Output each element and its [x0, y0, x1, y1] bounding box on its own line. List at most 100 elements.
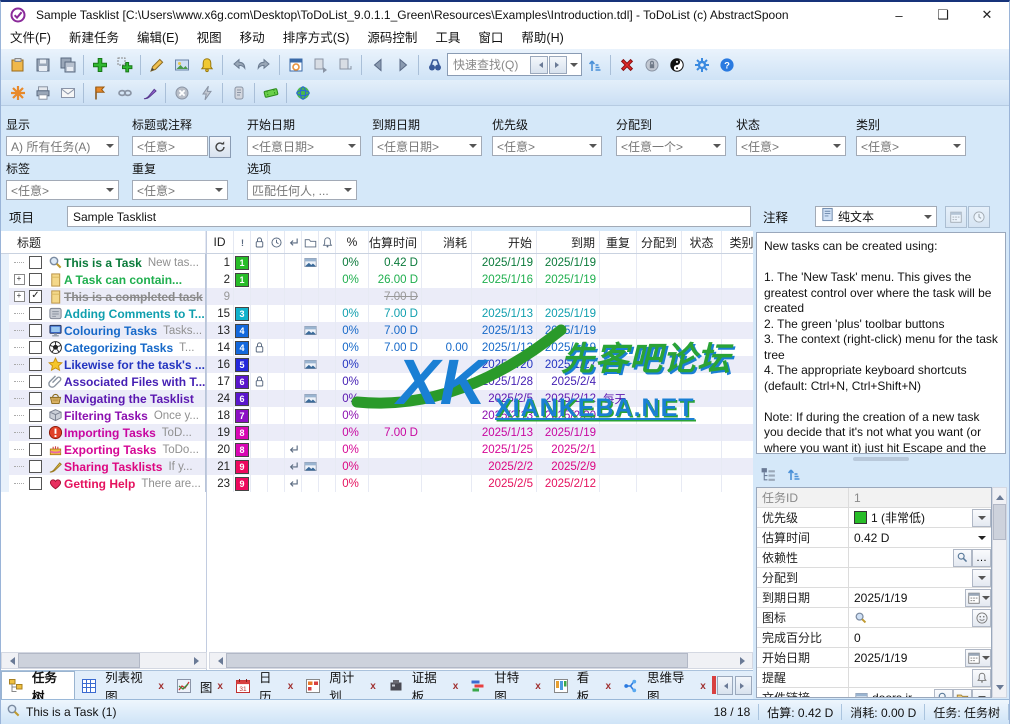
- attribute-layout-icon[interactable]: [756, 462, 781, 486]
- lookup-button[interactable]: [934, 689, 953, 699]
- yin-yang-button[interactable]: [664, 53, 689, 77]
- search-dropdown-icon[interactable]: [570, 63, 578, 71]
- flag-button[interactable]: [87, 81, 112, 105]
- tab-close-icon[interactable]: x: [370, 681, 376, 692]
- tree-expand-zone[interactable]: [9, 449, 29, 450]
- tree-expand-zone[interactable]: [9, 483, 29, 484]
- col-header-到期[interactable]: 到期: [537, 231, 600, 253]
- task-title-cell[interactable]: Exporting TasksToDo...: [1, 441, 206, 458]
- task-title-cell[interactable]: +A Task can contain...: [1, 271, 206, 288]
- task-checkbox[interactable]: [29, 273, 42, 286]
- expand-plus-box[interactable]: +: [14, 291, 25, 302]
- task-row[interactable]: Filtering TasksOnce y...1870%2025/2/1320…: [1, 407, 753, 424]
- tab-close-icon[interactable]: x: [158, 681, 164, 692]
- tree-expand-zone[interactable]: [9, 364, 29, 365]
- quick-find-box[interactable]: 快速查找(Q): [447, 53, 582, 76]
- task-checkbox[interactable]: ✓: [29, 290, 42, 303]
- task-checkbox[interactable]: [29, 375, 42, 388]
- minimize-button[interactable]: –: [877, 2, 921, 28]
- attribute-value[interactable]: 1 (非常低): [849, 508, 972, 527]
- task-row[interactable]: +✓This is a completed task97.00 D: [1, 288, 753, 305]
- attribute-value[interactable]: [849, 668, 972, 687]
- task-title-cell[interactable]: Importing TasksToD...: [1, 424, 206, 441]
- scroll-button[interactable]: [226, 81, 251, 105]
- template-spoke-button[interactable]: [5, 81, 30, 105]
- ticket-button[interactable]: [258, 81, 283, 105]
- new-subtask-button[interactable]: [112, 53, 137, 77]
- task-row[interactable]: Associated Files with T...1760%2025/1/28…: [1, 373, 753, 390]
- expand-plus-box[interactable]: +: [14, 274, 25, 285]
- comments-attributes-splitter[interactable]: [853, 457, 909, 461]
- task-checkbox[interactable]: [29, 324, 42, 337]
- task-title-cell[interactable]: Sharing TasklistsIf y...: [1, 458, 206, 475]
- tab-思维导图[interactable]: 思维导图x: [617, 673, 712, 699]
- attribute-value[interactable]: [849, 608, 972, 627]
- project-input[interactable]: Sample Tasklist: [67, 206, 751, 227]
- spellcheck-lock-button[interactable]: [639, 53, 664, 77]
- find-button[interactable]: [422, 53, 447, 77]
- task-row[interactable]: Categorizing TasksT...1440%7.00 D0.00202…: [1, 339, 753, 356]
- filter-combo[interactable]: <任意一个>: [616, 136, 726, 156]
- email-button[interactable]: [55, 81, 80, 105]
- attributes-vscrollbar[interactable]: [992, 487, 1007, 698]
- task-title-cell[interactable]: Likewise for the task's ...: [1, 356, 206, 373]
- lookup-button[interactable]: [953, 549, 972, 567]
- dropdown-button[interactable]: [972, 689, 991, 699]
- filter-combo[interactable]: 匹配任何人, ...: [247, 180, 357, 200]
- attribute-value[interactable]: 0.42 D: [849, 528, 972, 547]
- recur-column-icon[interactable]: [285, 231, 302, 253]
- tab-看板[interactable]: 看板x: [547, 673, 617, 699]
- col-header-重复[interactable]: 重复: [600, 231, 637, 253]
- task-table-header[interactable]: 标题ID!%估算时间消耗开始到期重复分配到状态类别: [1, 231, 753, 254]
- maximize-button[interactable]: ❑: [921, 2, 965, 28]
- menu-item[interactable]: 移动: [231, 28, 274, 49]
- delete-task-button[interactable]: [614, 53, 639, 77]
- filelink-column-icon[interactable]: [302, 231, 319, 253]
- filter-combo[interactable]: <任意>: [492, 136, 602, 156]
- maximize-view-button[interactable]: [283, 53, 308, 77]
- tree-expand-zone[interactable]: [9, 432, 29, 433]
- tree-expand-zone[interactable]: [9, 381, 29, 382]
- search-prev-button[interactable]: [530, 56, 548, 74]
- tree-expand-zone[interactable]: [9, 347, 29, 348]
- sort-button[interactable]: [582, 53, 607, 77]
- attribute-value[interactable]: [849, 548, 953, 567]
- attribute-value[interactable]: 2025/1/19: [849, 588, 965, 607]
- cancel-button[interactable]: [169, 81, 194, 105]
- task-row[interactable]: Exporting TasksToDo...2080%2025/1/252025…: [1, 441, 753, 458]
- calendar-dropdown-button[interactable]: [965, 589, 991, 607]
- task-title-cell[interactable]: Navigating the Tasklist: [1, 390, 206, 407]
- tab-图[interactable]: 图x: [170, 673, 229, 699]
- task-row[interactable]: Importing TasksToD...1980%7.00 D2025/1/1…: [1, 424, 753, 441]
- bolt-button[interactable]: [194, 81, 219, 105]
- attribute-sort-icon[interactable]: [781, 462, 806, 486]
- calendar-dropdown-button[interactable]: [965, 649, 991, 667]
- dropdown-button[interactable]: [972, 509, 991, 527]
- new-task-button[interactable]: [87, 53, 112, 77]
- set-icon-button[interactable]: [169, 53, 194, 77]
- task-title-cell[interactable]: Getting HelpThere are...: [1, 475, 206, 492]
- menu-item[interactable]: 文件(F): [1, 28, 60, 49]
- task-title-cell[interactable]: +✓This is a completed task: [1, 288, 206, 305]
- cleanup-brush-button[interactable]: [137, 81, 162, 105]
- goto-prev-button[interactable]: [365, 53, 390, 77]
- col-header-消耗[interactable]: 消耗: [422, 231, 472, 253]
- save-button[interactable]: [30, 53, 55, 77]
- tab-scroll-left-button[interactable]: [717, 676, 734, 695]
- task-checkbox[interactable]: [29, 460, 42, 473]
- filter-refresh-button[interactable]: [209, 136, 231, 158]
- tab-证据板[interactable]: 证据板x: [382, 673, 465, 699]
- tree-expand-zone[interactable]: [9, 466, 29, 467]
- preferences-button[interactable]: [689, 53, 714, 77]
- comments-format-combo[interactable]: 纯文本: [815, 206, 937, 227]
- dropdown-button[interactable]: [972, 569, 991, 587]
- attribute-value[interactable]: 2025/1/19: [849, 648, 965, 667]
- col-header-状态[interactable]: 状态: [682, 231, 722, 253]
- open-file-button[interactable]: [953, 689, 972, 699]
- task-checkbox[interactable]: [29, 477, 42, 490]
- task-title-cell[interactable]: Colouring TasksTasks...: [1, 322, 206, 339]
- task-row[interactable]: Likewise for the task's ...1650%2025/1/2…: [1, 356, 753, 373]
- tree-expand-zone[interactable]: [9, 262, 29, 263]
- pane-splitter[interactable]: [206, 231, 207, 670]
- attribute-value[interactable]: 1: [849, 488, 991, 507]
